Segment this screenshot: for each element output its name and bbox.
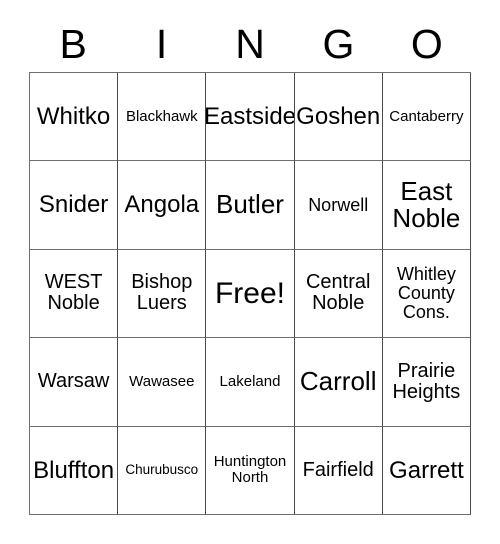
bingo-cell[interactable]: Prairie Heights: [382, 338, 471, 427]
bingo-cell[interactable]: Butler: [206, 161, 295, 250]
bingo-cell-label: Huntington North: [213, 453, 287, 487]
bingo-cell-label: Norwell: [308, 194, 369, 215]
bingo-cell-label: Fairfield: [302, 458, 374, 481]
bingo-cell-label: WEST Noble: [44, 271, 103, 315]
bingo-cell[interactable]: Warsaw: [30, 338, 119, 427]
bingo-header: B I N G O: [29, 18, 471, 70]
bingo-cell[interactable]: Bluffton: [30, 426, 119, 515]
bingo-cell-label: East Noble: [392, 175, 461, 234]
bingo-cell[interactable]: Norwell: [294, 161, 383, 250]
bingo-cell[interactable]: East Noble: [382, 161, 471, 250]
header-letter-n: N: [235, 20, 265, 67]
bingo-cell[interactable]: Fairfield: [294, 426, 383, 515]
bingo-cell-label: Free!: [214, 276, 285, 310]
header-letter-g: G: [322, 20, 355, 67]
bingo-cell-label: Churubusco: [125, 462, 199, 478]
bingo-cell[interactable]: Blackhawk: [118, 73, 207, 162]
bingo-cell-label: Angola: [124, 191, 200, 219]
bingo-cell[interactable]: Huntington North: [206, 426, 295, 515]
bingo-cell-label: Prairie Heights: [392, 359, 461, 403]
bingo-cell-label: Central Noble: [305, 271, 371, 315]
bingo-cell[interactable]: Bishop Luers: [118, 249, 207, 339]
bingo-cell-label: Butler: [216, 189, 284, 220]
header-letter-o: O: [410, 20, 443, 67]
bingo-cell-label: Snider: [38, 191, 109, 219]
bingo-cell-label: Blackhawk: [125, 107, 198, 125]
bingo-cell[interactable]: Whitley County Cons.: [382, 249, 471, 339]
bingo-cell-label: Whitko: [36, 102, 111, 130]
bingo-cell[interactable]: Angola: [118, 161, 207, 250]
bingo-cell[interactable]: Carroll: [294, 338, 383, 427]
bingo-cell-label: Goshen: [296, 102, 381, 130]
bingo-cell[interactable]: Churubusco: [118, 426, 207, 515]
bingo-cell-label: Bluffton: [33, 456, 115, 484]
bingo-cell-label: Cantaberry: [389, 107, 464, 125]
bingo-cell-label: Lakeland: [219, 372, 281, 390]
bingo-cell[interactable]: Central Noble: [294, 249, 383, 339]
bingo-cell-label: Warsaw: [37, 370, 110, 393]
bingo-cell-label: Eastside: [206, 102, 295, 130]
bingo-cell-label: Garrett: [389, 456, 464, 484]
header-letter-i: I: [155, 20, 168, 67]
bingo-cell[interactable]: Lakeland: [206, 338, 295, 427]
bingo-cell[interactable]: Cantaberry: [382, 73, 471, 162]
bingo-card: B I N G O Whitko Blackhawk Eastside Goshen C…: [0, 0, 500, 544]
bingo-cell-label: Bishop Luers: [131, 271, 193, 315]
bingo-cell[interactable]: Wawasee: [118, 338, 207, 427]
bingo-cell[interactable]: Goshen: [294, 73, 383, 162]
bingo-cell-free[interactable]: Free!: [206, 249, 295, 339]
bingo-cell-label: Carroll: [299, 366, 377, 397]
bingo-cell-label: Whitley County Cons.: [396, 263, 456, 323]
bingo-cell[interactable]: Snider: [30, 161, 119, 250]
bingo-cell[interactable]: Garrett: [382, 426, 471, 515]
bingo-cell[interactable]: Whitko: [30, 73, 119, 162]
bingo-cell[interactable]: WEST Noble: [30, 249, 119, 339]
bingo-cell[interactable]: Eastside: [206, 73, 295, 162]
bingo-grid: Whitko Blackhawk Eastside Goshen Cantaberry S…: [29, 72, 471, 515]
header-letter-b: B: [59, 20, 87, 67]
bingo-cell-label: Wawasee: [129, 372, 195, 390]
